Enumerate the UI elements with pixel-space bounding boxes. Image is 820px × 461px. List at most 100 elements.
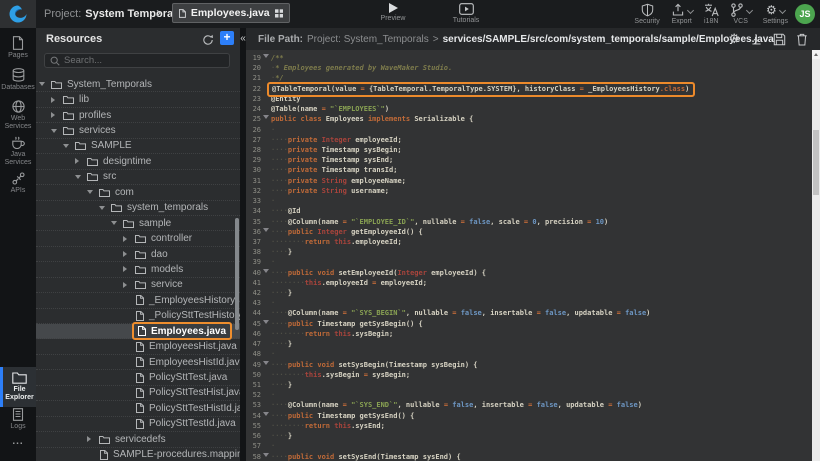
chevron-collapsed-icon[interactable] — [123, 251, 127, 257]
chevron-collapsed-icon[interactable] — [123, 236, 127, 242]
code-line[interactable]: 52· — [246, 390, 812, 400]
fold-toggle-icon[interactable] — [261, 319, 271, 329]
sidebar-item-pages[interactable]: Pages — [0, 36, 36, 60]
tree-item[interactable]: services — [36, 123, 240, 138]
code-line[interactable]: 20·* Employees generated by WaveMaker St… — [246, 63, 812, 73]
chevron-expanded-icon[interactable] — [99, 206, 105, 210]
chevron-collapsed-icon[interactable] — [87, 436, 91, 442]
code-line[interactable]: 38····} — [246, 247, 812, 257]
code-line[interactable]: 27····private Integer employeeId; — [246, 135, 812, 145]
chevron-expanded-icon[interactable] — [63, 144, 69, 148]
code-line[interactable]: 51····} — [246, 380, 812, 390]
tree-item[interactable]: SAMPLE-procedures.mappings.json — [36, 448, 240, 461]
code-line[interactable]: 37········return this.employeeId; — [246, 237, 812, 247]
code-line[interactable]: 39· — [246, 257, 812, 267]
download-icon[interactable] — [750, 33, 763, 46]
user-avatar[interactable]: JS — [795, 4, 815, 24]
fold-toggle-icon[interactable] — [261, 268, 271, 278]
fold-toggle-icon[interactable] — [261, 114, 271, 124]
code-line[interactable]: 26· — [246, 125, 812, 135]
chevron-collapsed-icon[interactable] — [123, 282, 127, 288]
code-line[interactable]: 45····public Timestamp getSysBegin() { — [246, 319, 812, 329]
code-line[interactable]: 55········return this.sysEnd; — [246, 421, 812, 431]
code-line[interactable]: 24@Table(name = "`EMPLOYEES`") — [246, 104, 812, 114]
code-line[interactable]: 42····} — [246, 288, 812, 298]
sidebar-item-apis[interactable]: APIs — [0, 172, 36, 195]
i18n-button[interactable]: i18N — [704, 3, 719, 25]
editor-scrollbar-thumb[interactable] — [813, 130, 819, 195]
tree-item[interactable]: servicedefs — [36, 432, 240, 447]
code-line[interactable]: 58····public void setSysEnd(Timestamp sy… — [246, 452, 812, 461]
tree-item[interactable]: System_Temporals — [36, 77, 240, 92]
sidebar-item-databases[interactable]: Databases — [0, 68, 36, 92]
tree-item[interactable]: sample — [36, 216, 240, 231]
trash-icon[interactable] — [796, 33, 808, 46]
code-line[interactable]: 44····@Column(name = "`SYS_BEGIN`", null… — [246, 308, 812, 318]
tree-item[interactable]: system_temporals — [36, 201, 240, 216]
tree-item[interactable]: PolicySttTest.java — [36, 370, 240, 385]
code-line[interactable]: 31····private String employeeName; — [246, 176, 812, 186]
tree-item[interactable]: EmployeesHist.java — [36, 339, 240, 354]
save-icon[interactable] — [773, 33, 786, 46]
fold-toggle-icon[interactable] — [261, 452, 271, 461]
tree-item[interactable]: controller — [36, 231, 240, 246]
sidebar-item-java-services[interactable]: Java Services — [0, 136, 36, 167]
tree-item[interactable]: SAMPLE — [36, 139, 240, 154]
code-line[interactable]: 29····private Timestamp sysEnd; — [246, 155, 812, 165]
sidebar-more-button[interactable]: ... — [0, 436, 36, 447]
vcs-button[interactable]: VCS — [730, 3, 752, 25]
tree-scrollbar-thumb[interactable] — [235, 218, 239, 330]
code-line[interactable]: 33· — [246, 196, 812, 206]
code-line[interactable]: 41········this.employeeId = employeeId; — [246, 278, 812, 288]
code-editor[interactable]: 19/**20·* Employees generated by WaveMak… — [246, 50, 812, 461]
chevron-expanded-icon[interactable] — [75, 175, 81, 179]
tree-item[interactable]: service — [36, 278, 240, 293]
code-line[interactable]: 35····@Column(name = "`EMPLOYEE_ID`", nu… — [246, 217, 812, 227]
chevron-expanded-icon[interactable] — [87, 190, 93, 194]
tree-item[interactable]: _EmployeesHistory.java — [36, 293, 240, 308]
tree-item[interactable]: PolicySttTestHistId.java — [36, 401, 240, 416]
chevron-collapsed-icon[interactable] — [123, 266, 127, 272]
chevron-expanded-icon[interactable] — [39, 82, 45, 86]
settings-gear-icon[interactable]: ⚙ — [728, 33, 740, 46]
sidebar-item-web-services[interactable]: Web Services — [0, 100, 36, 131]
sidebar-item-file-explorer[interactable]: File Explorer — [0, 367, 36, 407]
tree-item[interactable]: com — [36, 185, 240, 200]
add-resource-button[interactable]: + — [220, 31, 234, 45]
tree-item[interactable]: EmployeesHistId.java — [36, 355, 240, 370]
tutorials-button[interactable]: Tutorials — [440, 3, 492, 24]
tree-item[interactable]: Employees.java — [36, 324, 240, 339]
code-line[interactable]: 57· — [246, 441, 812, 451]
search-input[interactable] — [64, 55, 224, 66]
chevron-expanded-icon[interactable] — [111, 221, 117, 225]
code-line[interactable]: 22@TableTemporal(value = {TableTemporal.… — [246, 84, 812, 94]
tree-item[interactable]: dao — [36, 247, 240, 262]
fold-toggle-icon[interactable] — [261, 411, 271, 421]
code-line[interactable]: 19/** — [246, 53, 812, 63]
code-line[interactable]: 30····private Timestamp transId; — [246, 165, 812, 175]
code-line[interactable]: 54····public Timestamp getSysEnd() { — [246, 411, 812, 421]
settings-button[interactable]: ⚙ Settings — [763, 3, 788, 25]
fold-toggle-icon[interactable] — [261, 53, 271, 63]
tree-item[interactable]: models — [36, 262, 240, 277]
scroll-up-icon[interactable] — [812, 50, 820, 59]
tree-item[interactable]: PolicySttTestHist.java — [36, 386, 240, 401]
code-line[interactable]: 56····} — [246, 431, 812, 441]
tree-item[interactable]: src — [36, 170, 240, 185]
editor-scrollbar[interactable] — [812, 50, 820, 461]
sidebar-item-logs[interactable]: Logs — [0, 408, 36, 431]
grid-icon[interactable] — [275, 8, 283, 19]
code-line[interactable]: 48· — [246, 349, 812, 359]
code-line[interactable]: 28····private Timestamp sysBegin; — [246, 145, 812, 155]
code-line[interactable]: 50········this.sysBegin = sysBegin; — [246, 370, 812, 380]
tree-item[interactable]: profiles — [36, 108, 240, 123]
security-button[interactable]: Security — [634, 3, 659, 25]
tab-employees-java[interactable]: Employees.java — [172, 3, 290, 23]
chevron-collapsed-icon[interactable] — [51, 112, 55, 118]
code-line[interactable]: 47····} — [246, 339, 812, 349]
code-line[interactable]: 53····@Column(name = "`SYS_END`", nullab… — [246, 400, 812, 410]
tree-item[interactable]: designtime — [36, 154, 240, 169]
export-button[interactable]: Export — [671, 3, 693, 25]
code-line[interactable]: 25public class Employees implements Seri… — [246, 114, 812, 124]
fold-toggle-icon[interactable] — [261, 360, 271, 370]
